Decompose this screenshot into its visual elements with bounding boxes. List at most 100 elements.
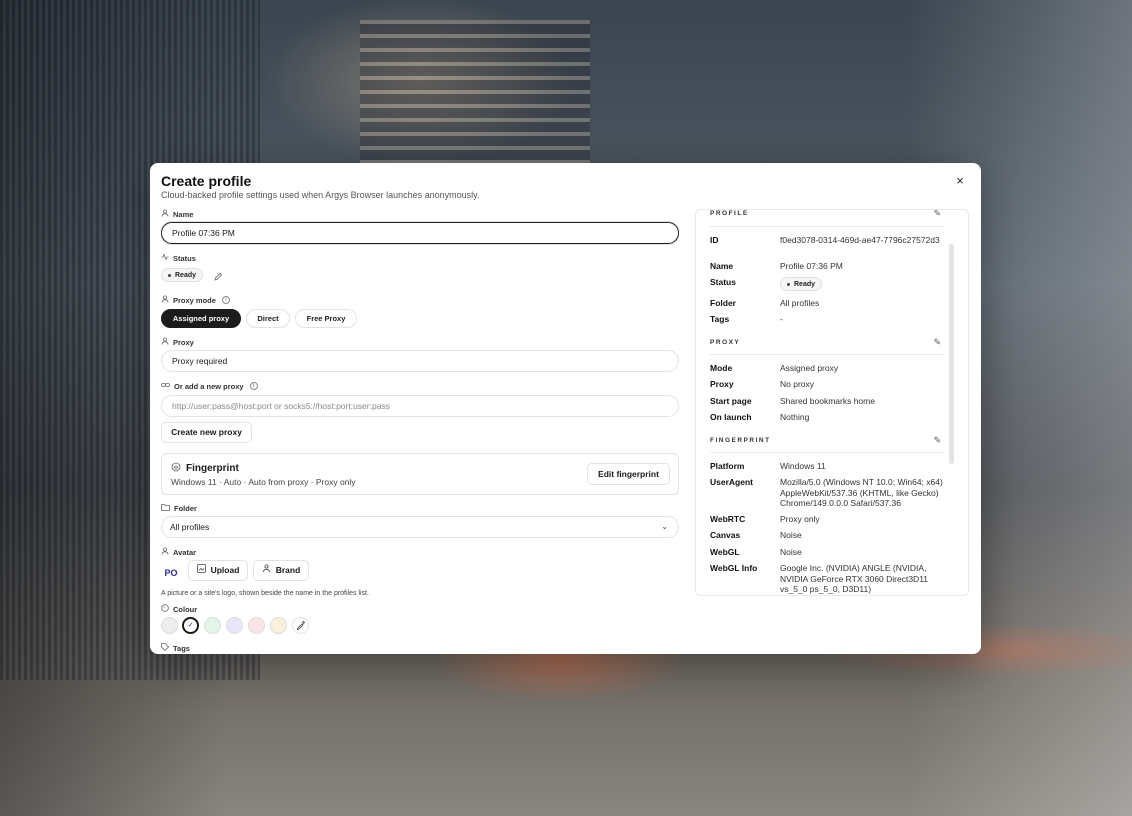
proxy-select[interactable]: Proxy required [161,350,679,372]
summary-on-launch-value: Nothing [780,412,810,422]
section-heading-profile: PROFILE [710,210,749,217]
status-badge: Ready [161,268,204,282]
section-heading-fingerprint: FINGERPRINT [710,437,771,444]
summary-canvas-value: Noise [780,530,802,540]
fingerprint-title: Fingerprint [171,462,239,475]
proxy-mode-assigned[interactable]: Assigned proxy [161,309,241,328]
colour-swatch-green[interactable] [204,617,221,634]
upload-button-label: Upload [210,565,240,575]
summary-id-label: ID [710,235,719,245]
avatar-label: Avatar [161,547,196,557]
status-label: Status [161,253,196,263]
info-icon[interactable]: i [221,296,230,304]
summary-platform-value: Windows 11 [780,461,826,471]
summary-webrtc-label: WebRTC [710,514,746,524]
folder-icon [161,503,170,513]
edit-proxy-pencil-icon[interactable]: ✎ [933,337,941,348]
summary-scrollbar[interactable] [949,244,954,464]
summary-start-page-value: Shared bookmarks home [780,396,875,406]
user-icon [161,209,169,219]
eyedropper-icon[interactable] [292,617,309,634]
name-label: Name [161,209,193,219]
summary-status-value: Ready [794,280,816,288]
summary-tags-value: - [780,314,783,324]
proxy-mode-label: Proxy mode i [161,295,230,305]
proxy-mode-direct[interactable]: Direct [246,309,290,328]
summary-webgl-value: Noise [780,547,802,557]
brand-icon [262,561,271,580]
summary-folder-value: All profiles [780,298,820,308]
proxy-icon [161,337,169,347]
divider [710,354,944,355]
new-proxy-input[interactable]: http://user:pass@host:port or socks5://h… [161,395,679,417]
tag-icon [161,643,170,653]
tags-label: Tags [161,643,190,653]
fingerprint-card: Fingerprint Windows 11 · Auto · Auto fro… [161,453,679,495]
colour-swatch-purple[interactable] [226,617,243,634]
new-proxy-label-text: Or add a new proxy [174,381,244,391]
colour-swatch-white-selected[interactable]: ✓ [182,617,199,634]
summary-name-value: Profile 07:36 PM [780,261,843,271]
proxy-label: Proxy [161,337,194,347]
summary-on-launch-label: On launch [710,412,752,422]
colour-swatch-yellow[interactable] [270,617,287,634]
summary-webrtc-value: Proxy only [780,514,820,524]
name-label-text: Name [173,209,194,219]
edit-fingerprint-button[interactable]: Edit fingerprint [587,463,670,485]
proxy-label-text: Proxy [173,337,194,347]
summary-useragent-label: UserAgent [710,477,753,487]
divider [710,226,944,227]
status-label-text: Status [173,253,196,263]
palette-icon [161,604,169,614]
proxy-mode-free[interactable]: Free Proxy [295,309,357,328]
status-badge-text: Ready [175,271,197,279]
brand-button[interactable]: Brand [253,560,309,581]
summary-useragent-value: Mozilla/5.0 (Windows NT 10.0; Win64; x64… [780,477,943,508]
create-profile-dialog: Create profile Cloud-backed profile sett… [150,163,981,654]
colour-swatch-pink[interactable] [248,617,265,634]
fingerprint-icon [171,462,181,475]
summary-mode-label: Mode [710,363,733,373]
dialog-subtitle: Cloud-backed profile settings used when … [161,190,480,200]
summary-folder-label: Folder [710,298,736,308]
fingerprint-title-text: Fingerprint [186,463,239,474]
summary-status-badge: Ready [780,277,823,291]
activity-icon [161,253,169,263]
summary-mode-value: Assigned proxy [780,363,839,373]
summary-webgl-info-value: Google Inc. (NVIDIA) ANGLE (NVIDIA, NVID… [780,563,929,594]
link-icon [161,381,170,391]
summary-proxy-label: Proxy [710,379,734,389]
brand-button-label: Brand [275,565,301,575]
pencil-icon[interactable] [213,269,223,287]
status-dot [168,273,171,277]
folder-label: Folder [161,503,197,513]
upload-button[interactable]: Upload [188,560,248,581]
dialog-title: Create profile [161,173,252,189]
profile-form: Name Profile 07:36 PM Status Ready Proxy… [161,207,679,654]
name-field[interactable]: Profile 07:36 PM [161,222,679,244]
edit-profile-pencil-icon[interactable]: ✎ [933,210,941,219]
create-new-proxy-button[interactable]: Create new proxy [161,422,252,443]
tags-label-text: Tags [173,643,190,653]
edit-fingerprint-pencil-icon[interactable]: ✎ [933,435,941,446]
avatar-hint: A picture or a site's logo, shown beside… [161,590,369,597]
divider [710,452,944,453]
chevron-down-icon: ⌄ [661,522,668,531]
avatar: PO [164,568,178,578]
folder-select[interactable]: All profiles ⌄ [161,516,679,538]
user-circle-icon [161,547,169,557]
summary-platform-label: Platform [710,461,745,471]
section-heading-proxy: PROXY [710,339,741,346]
close-icon[interactable]: × [953,174,967,188]
summary-webgl-label: WebGL [710,547,740,557]
new-proxy-label: Or add a new proxy i [161,381,258,391]
upload-icon [196,561,206,580]
colour-label: Colour [161,604,197,614]
colour-label-text: Colour [173,604,198,614]
summary-canvas-label: Canvas [710,530,741,540]
info-icon[interactable]: i [249,382,258,390]
summary-tags-label: Tags [710,314,730,324]
folder-select-value: All profiles [170,522,210,532]
colour-swatch-gray[interactable] [161,617,178,634]
network-icon [161,295,169,305]
